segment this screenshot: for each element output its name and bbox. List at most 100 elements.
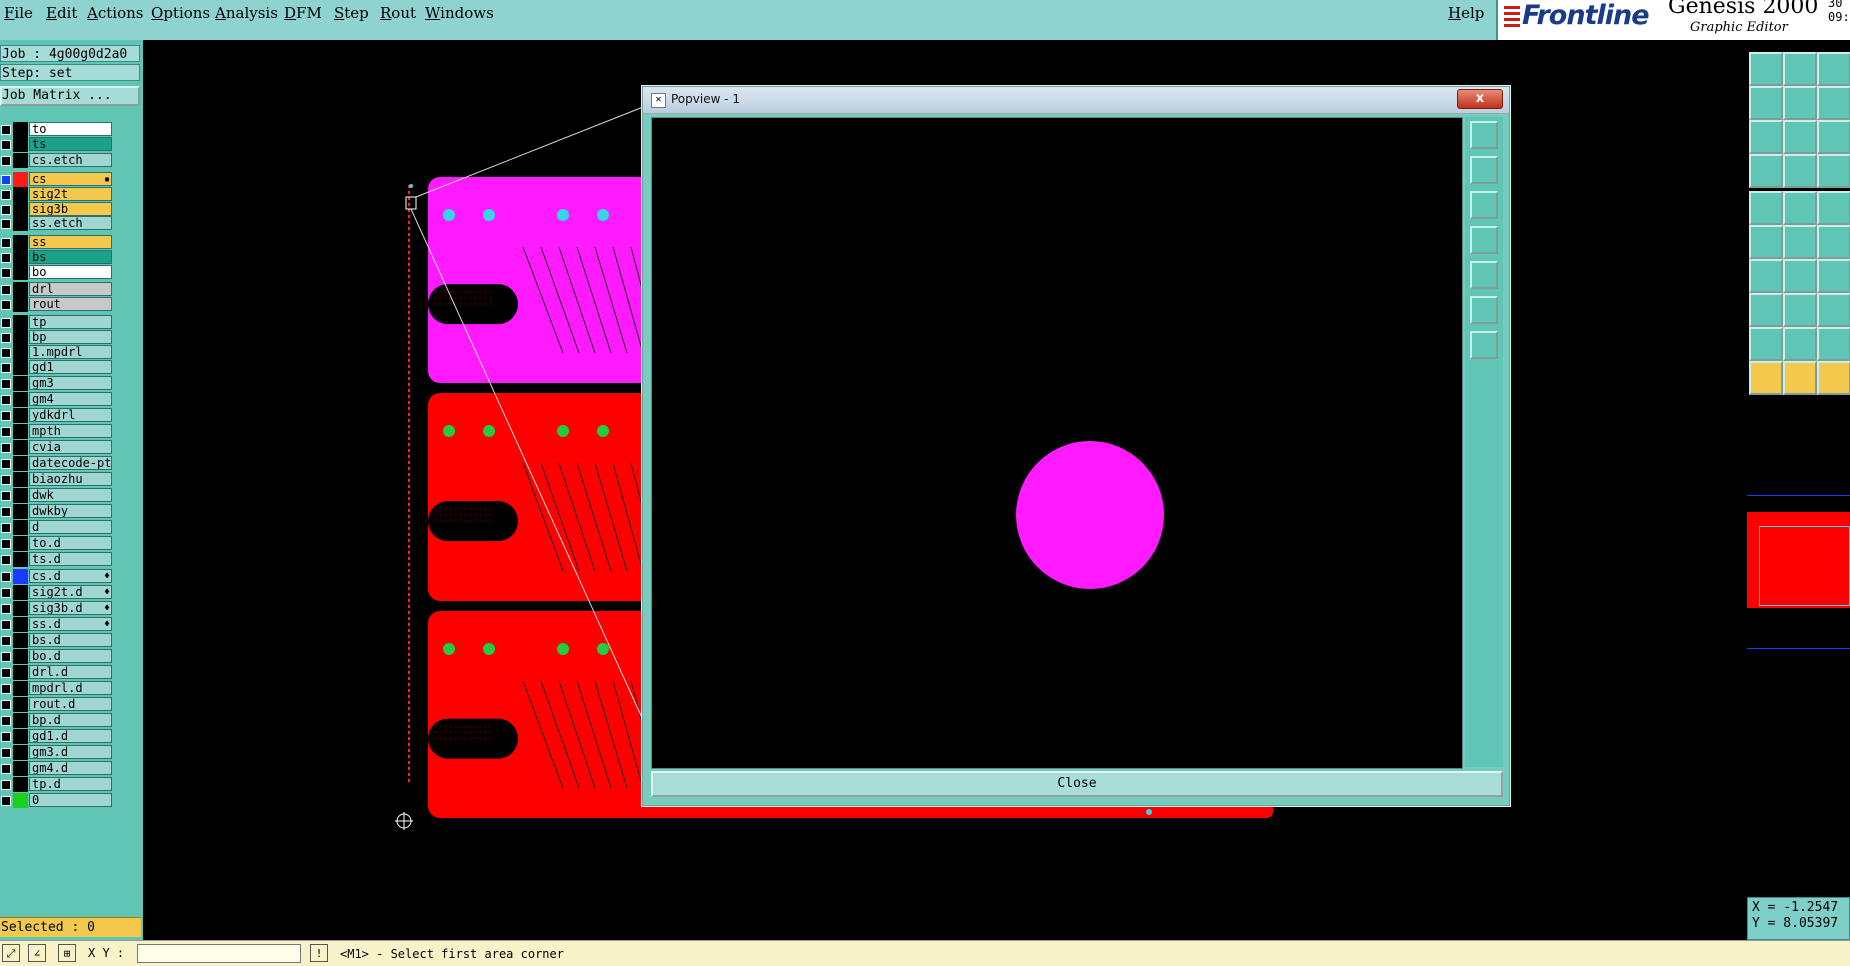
layer-color-swatch[interactable] <box>13 330 28 345</box>
layer-name[interactable]: bs <box>29 250 112 264</box>
window-close-button[interactable]: x <box>1457 89 1503 109</box>
layer-checkbox[interactable] <box>1 427 11 437</box>
layer-row-cs[interactable]: cs ▪ <box>0 172 113 187</box>
layer-color-swatch[interactable] <box>13 235 28 250</box>
layer-checkbox[interactable] <box>1 333 11 343</box>
layer-checkbox[interactable] <box>1 604 11 614</box>
layer-row-ydkdrl[interactable]: ydkdrl <box>0 408 113 423</box>
layer-checkbox[interactable] <box>1 395 11 405</box>
arc-icon[interactable] <box>1749 259 1783 293</box>
layer-name[interactable]: ss.d ♦ <box>29 617 112 631</box>
menu-file[interactable]: File <box>4 4 33 22</box>
layer-name[interactable]: rout.d <box>29 697 112 711</box>
layer-color-swatch[interactable] <box>13 360 28 375</box>
layer-row-d[interactable]: d <box>0 520 113 535</box>
layer-row-ss[interactable]: ss <box>0 235 113 250</box>
layer-row-dwk[interactable]: dwk <box>0 488 113 503</box>
pad-icon[interactable] <box>1783 154 1817 188</box>
layer-row-rout-d[interactable]: rout.d <box>0 697 113 712</box>
layer-checkbox[interactable] <box>1 238 11 248</box>
layer-name[interactable]: drl <box>29 282 112 296</box>
layer-row-gd1-d[interactable]: gd1.d <box>0 729 113 744</box>
layer-row-sig3b[interactable]: sig3b <box>0 202 113 217</box>
ratio-icon[interactable] <box>1817 120 1850 154</box>
layer-color-swatch[interactable] <box>13 424 28 439</box>
vertex-icon[interactable] <box>1749 225 1783 259</box>
layer-row-rout[interactable]: rout <box>0 297 113 312</box>
layer-row-mpth[interactable]: mpth <box>0 424 113 439</box>
layer-name[interactable]: tp.d <box>29 777 112 791</box>
popview-right-icon[interactable] <box>1470 261 1498 289</box>
layer-row-gm4[interactable]: gm4 <box>0 392 113 407</box>
zoom-tool-icon[interactable]: ⤢ <box>2 944 20 962</box>
layer-checkbox[interactable] <box>1 716 11 726</box>
layer-name[interactable]: gd1.d <box>29 729 112 743</box>
layer-checkbox[interactable] <box>1 379 11 389</box>
layer-checkbox[interactable] <box>1 555 11 565</box>
layer-color-swatch[interactable] <box>13 282 28 297</box>
layer-name[interactable]: bo.d <box>29 649 112 663</box>
layer-color-swatch[interactable] <box>13 633 28 648</box>
layer-checkbox[interactable] <box>1 700 11 710</box>
layer-name[interactable]: sig2t <box>29 187 112 201</box>
pointer-icon[interactable] <box>1749 361 1783 395</box>
layer-checkbox[interactable] <box>1 588 11 598</box>
layer-name[interactable]: to.d <box>29 536 112 550</box>
layer-name[interactable]: gm4.d <box>29 761 112 775</box>
layer-name[interactable]: gm3 <box>29 376 112 390</box>
layer-checkbox[interactable] <box>1 411 11 421</box>
layer-checkbox[interactable] <box>1 684 11 694</box>
layer-name[interactable]: gm3.d <box>29 745 112 759</box>
layer-row-drl[interactable]: drl <box>0 282 113 297</box>
layer-row-mpdrl-d[interactable]: mpdrl.d <box>0 681 113 696</box>
layer-name[interactable]: gm4 <box>29 392 112 406</box>
layer-name[interactable]: rout <box>29 297 112 311</box>
layer-row-bs[interactable]: bs <box>0 250 113 265</box>
layer-color-swatch[interactable] <box>13 697 28 712</box>
layer-color-swatch[interactable] <box>13 250 28 265</box>
layer-row-ss-d[interactable]: ss.d ♦ <box>0 617 113 632</box>
layer-color-swatch[interactable] <box>13 172 28 187</box>
layer-color-swatch[interactable] <box>13 601 28 616</box>
layer-checkbox[interactable] <box>1 459 11 469</box>
layer-name[interactable]: biaozhu <box>29 472 112 486</box>
popview-up-icon[interactable] <box>1470 156 1498 184</box>
layer-copy-icon[interactable] <box>1817 52 1850 86</box>
layer-name[interactable]: d <box>29 520 112 534</box>
minus-icon[interactable] <box>1783 293 1817 327</box>
menu-windows[interactable]: Windows <box>425 4 494 22</box>
rotate-icon[interactable] <box>1817 361 1850 395</box>
layer-name[interactable]: sig2t.d ♦ <box>29 585 112 599</box>
measure-tool-icon[interactable]: ∠ <box>28 944 46 962</box>
feature-icon[interactable] <box>1749 191 1783 225</box>
job-matrix-button[interactable]: Job Matrix ... <box>0 86 140 106</box>
zoom-fit-icon[interactable] <box>1749 120 1783 154</box>
layer-color-swatch[interactable] <box>13 649 28 664</box>
layer-checkbox[interactable] <box>1 318 11 328</box>
menu-help[interactable]: Help <box>1448 4 1484 22</box>
layer-color-swatch[interactable] <box>13 585 28 600</box>
layer-checkbox[interactable] <box>1 300 11 310</box>
layer-row-gm4-d[interactable]: gm4.d <box>0 761 113 776</box>
layer-checkbox[interactable] <box>1 748 11 758</box>
edge-icon[interactable] <box>1817 293 1850 327</box>
layer-name[interactable]: bs.d <box>29 633 112 647</box>
layer-checkbox[interactable] <box>1 636 11 646</box>
layer-row-to[interactable]: to <box>0 122 113 137</box>
layer-color-swatch[interactable] <box>13 315 28 330</box>
layer-color-swatch[interactable] <box>13 408 28 423</box>
layer-checkbox[interactable] <box>1 652 11 662</box>
layer-row-dwkby[interactable]: dwkby <box>0 504 113 519</box>
layer-color-swatch[interactable] <box>13 617 28 632</box>
layer-checkbox[interactable] <box>1 285 11 295</box>
layer-checkbox[interactable] <box>1 205 11 215</box>
layer-color-swatch[interactable] <box>13 665 28 680</box>
pad-select-icon[interactable] <box>1749 293 1783 327</box>
menu-edit[interactable]: Edit <box>46 4 77 22</box>
pointer-box-icon[interactable] <box>1783 361 1817 395</box>
menu-rout[interactable]: Rout <box>380 4 416 22</box>
layer-name[interactable]: ydkdrl <box>29 408 112 422</box>
layer-color-swatch[interactable] <box>13 345 28 360</box>
triangle-icon[interactable] <box>1749 327 1783 361</box>
popview-titlebar[interactable]: ✕ Popview - 1 x <box>643 87 1509 114</box>
